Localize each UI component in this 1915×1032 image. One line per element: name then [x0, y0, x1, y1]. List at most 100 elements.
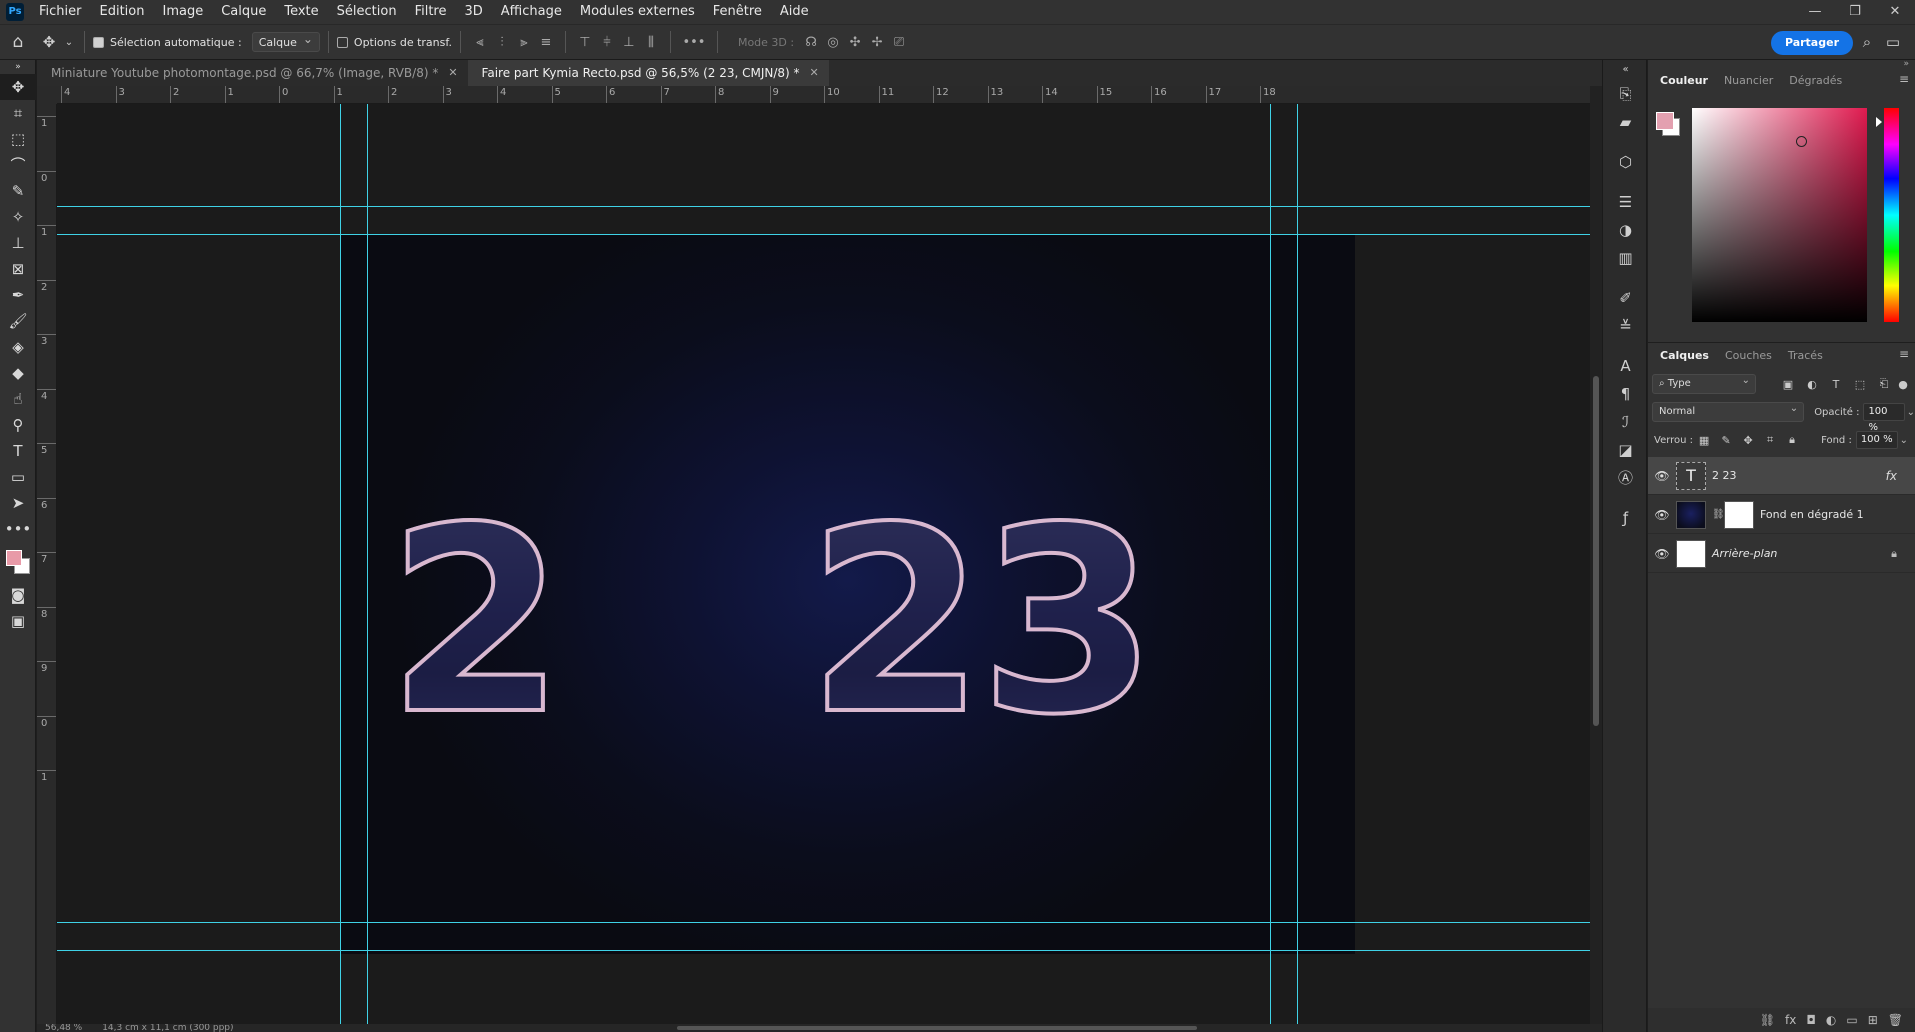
lock-all-icon[interactable]: 🔒︎ — [1781, 433, 1803, 447]
chevron-down-icon[interactable]: ⌄ — [1907, 407, 1915, 418]
collapse-dock-icon[interactable]: » — [1648, 60, 1915, 69]
align-left-icon[interactable]: ⫷ — [469, 35, 491, 50]
menu-selection[interactable]: Sélection — [328, 0, 406, 24]
canvas-text-right[interactable]: 23 — [805, 492, 1159, 752]
fill-input[interactable]: 100 % — [1855, 431, 1898, 449]
layer-name[interactable]: Arrière-plan — [1712, 547, 1777, 560]
more-options-icon[interactable]: ••• — [679, 35, 709, 50]
zoom-level[interactable]: 56,48 % — [45, 1024, 82, 1032]
delete-layer-icon[interactable]: 🗑︎ — [1888, 1013, 1903, 1027]
workspace-icon[interactable]: ▭ — [1883, 33, 1903, 51]
properties-panel-icon[interactable]: ☰ — [1603, 188, 1648, 216]
align-top-icon[interactable]: ⊤ — [574, 35, 596, 50]
path-selection-tool-icon[interactable]: ➤ — [0, 490, 36, 516]
menu-3d[interactable]: 3D — [456, 0, 492, 24]
close-window-button[interactable]: ✕ — [1875, 0, 1915, 24]
paint-bucket-tool-icon[interactable]: ◆ — [0, 360, 36, 386]
adjustments-panel-icon[interactable]: ◑ — [1603, 216, 1648, 244]
blend-mode-select[interactable]: Normal — [1652, 400, 1805, 422]
lock-transparent-icon[interactable]: ▦ — [1693, 434, 1715, 447]
screen-mode-icon[interactable]: ▣ — [0, 608, 36, 634]
layer-mask-thumbnail[interactable] — [1724, 500, 1754, 529]
tab-calques[interactable]: Calques — [1652, 343, 1717, 369]
frame-tool-icon[interactable]: ⊠ — [0, 256, 36, 282]
layer-row[interactable]: 👁︎ ⛓︎ Fond en dégradé 1 — [1648, 496, 1915, 534]
filter-adjustment-icon[interactable]: ◐ — [1800, 378, 1824, 391]
panel-menu-icon[interactable]: ≡ — [1899, 72, 1909, 86]
guide-horizontal[interactable] — [57, 950, 1590, 951]
filter-type-icon[interactable]: T — [1824, 378, 1848, 391]
new-layer-icon[interactable]: ⊞ — [1868, 1013, 1878, 1027]
guide-vertical[interactable] — [1270, 104, 1271, 1024]
panel-menu-icon[interactable]: ≡ — [1899, 347, 1909, 361]
link-chain-icon[interactable]: ⛓︎ — [1712, 509, 1725, 520]
rectangle-tool-icon[interactable]: ▭ — [0, 464, 36, 490]
filter-shape-icon[interactable]: ⬚ — [1848, 378, 1872, 391]
quick-mask-icon[interactable]: ◙ — [0, 582, 36, 608]
vertical-ruler[interactable]: 1 0 1 2 3 4 5 6 7 8 9 0 1 — [37, 104, 57, 1024]
distribute-h-icon[interactable]: ≡ — [535, 35, 557, 50]
scrollbar-thumb[interactable] — [677, 1026, 1197, 1030]
menu-texte[interactable]: Texte — [275, 0, 327, 24]
close-icon[interactable]: ✕ — [448, 60, 457, 86]
slide-3d-icon[interactable]: ✢ — [866, 35, 888, 50]
collapse-panels-icon[interactable]: « — [1603, 60, 1648, 80]
eraser-tool-icon[interactable]: ◈ — [0, 334, 36, 360]
guide-vertical[interactable] — [340, 104, 341, 1024]
scrollbar-thumb[interactable] — [1593, 376, 1599, 726]
glyphs-panel-icon[interactable]: ℐ — [1603, 408, 1648, 436]
layer-name[interactable]: 2 23 — [1712, 469, 1737, 482]
lock-icon[interactable]: 🔒︎ — [1891, 547, 1897, 561]
history-panel-icon[interactable]: ⎘ — [1603, 80, 1648, 108]
type-tool-icon[interactable]: T — [0, 438, 36, 464]
guide-horizontal[interactable] — [57, 234, 1590, 235]
layer-row[interactable]: 👁︎ Arrière-plan 🔒︎ — [1648, 535, 1915, 573]
menu-image[interactable]: Image — [153, 0, 212, 24]
lasso-tool-icon[interactable]: ⌒ — [0, 152, 36, 178]
move-tool-icon[interactable]: ✥ — [36, 33, 62, 51]
histogram-panel-icon[interactable]: ▥ — [1603, 244, 1648, 272]
auto-select-target-select[interactable]: Calque — [251, 31, 320, 52]
transform-controls-checkbox[interactable] — [336, 36, 348, 48]
lock-pixels-icon[interactable]: ✎ — [1715, 434, 1737, 447]
auto-select-checkbox[interactable] — [93, 36, 104, 48]
lock-position-icon[interactable]: ✥ — [1737, 434, 1759, 447]
layer-name[interactable]: Fond en dégradé 1 — [1760, 508, 1864, 521]
magic-wand-tool-icon[interactable]: ✧ — [0, 204, 36, 230]
dodge-tool-icon[interactable]: ⚲ — [0, 412, 36, 438]
ruler-corner[interactable] — [37, 86, 57, 104]
guide-vertical[interactable] — [1297, 104, 1298, 1024]
collapse-toolbar-icon[interactable]: » — [0, 60, 36, 74]
filter-toggle-icon[interactable]: ● — [1896, 378, 1910, 391]
align-center-h-icon[interactable]: ⫶ — [491, 35, 513, 50]
color-picker-field[interactable] — [1692, 108, 1867, 322]
marquee-tool-icon[interactable]: ⬚ — [0, 126, 36, 152]
brush-settings-panel-icon[interactable]: ✐ — [1603, 284, 1648, 312]
smudge-tool-icon[interactable]: ☝ — [0, 386, 36, 412]
align-right-icon[interactable]: ⫸ — [513, 35, 535, 50]
tab-miniature-youtube[interactable]: Miniature Youtube photomontage.psd @ 66,… — [37, 60, 468, 86]
canvas-horizontal-scrollbar[interactable] — [37, 1024, 1602, 1032]
restore-button[interactable]: ❐ — [1835, 0, 1875, 24]
eyedropper-tool-icon[interactable]: ✒ — [0, 282, 36, 308]
color-picker-cursor[interactable] — [1796, 136, 1807, 147]
home-icon[interactable]: ⌂ — [0, 32, 36, 52]
brush-tool-icon[interactable]: 🖌 — [0, 308, 36, 334]
lock-artboard-icon[interactable]: ⌗ — [1759, 433, 1781, 447]
layer-comps-panel-icon[interactable]: ƒ — [1603, 504, 1648, 532]
menu-modules-externes[interactable]: Modules externes — [571, 0, 704, 24]
new-adjustment-icon[interactable]: ◐ — [1826, 1013, 1836, 1027]
layer-filter-select[interactable]: ⌕ Type — [1652, 372, 1756, 394]
link-layers-icon[interactable]: ⛓︎ — [1760, 1013, 1775, 1027]
paragraph-panel-icon[interactable]: ¶ — [1603, 380, 1648, 408]
align-middle-v-icon[interactable]: ⫩ — [596, 35, 618, 50]
layer-row[interactable]: 👁︎ T 2 23 fx — [1648, 457, 1915, 495]
guide-horizontal[interactable] — [57, 206, 1590, 207]
move-tool-icon[interactable]: ✥ — [0, 74, 36, 100]
distribute-v-icon[interactable]: ⫼ — [640, 35, 662, 50]
visibility-eye-icon[interactable]: 👁︎ — [1648, 547, 1676, 561]
canvas-area[interactable]: 2 23 — [57, 104, 1590, 1024]
tab-traces[interactable]: Tracés — [1780, 343, 1831, 369]
artboard-tool-icon[interactable]: ⌗ — [0, 100, 36, 126]
3d-panel-icon[interactable]: ⬡ — [1603, 148, 1648, 176]
